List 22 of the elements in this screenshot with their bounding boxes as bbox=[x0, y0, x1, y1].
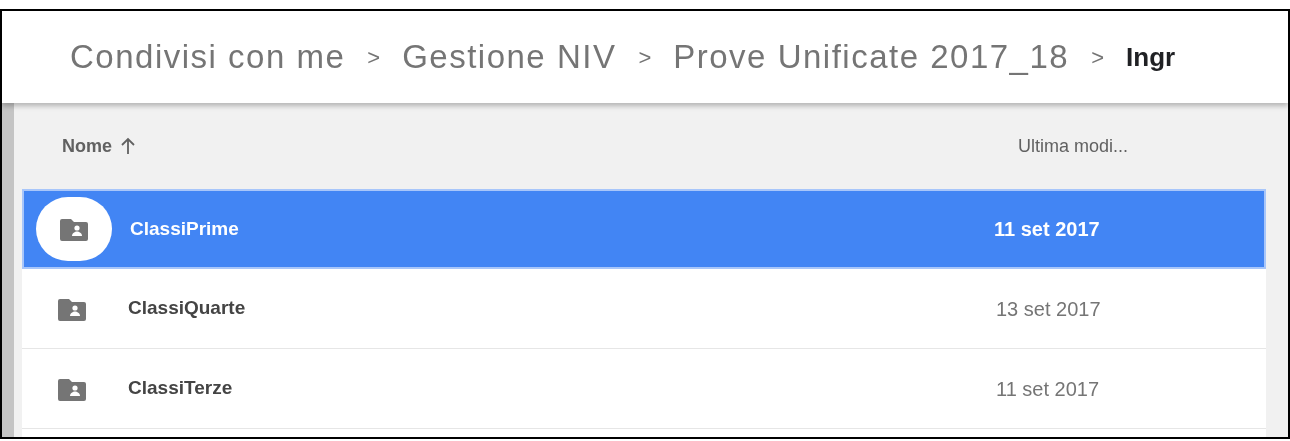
modified-date: 11 set 2017 bbox=[994, 217, 1101, 242]
folder-name: ClassiPrime bbox=[129, 216, 240, 241]
shared-folder-icon bbox=[58, 296, 86, 321]
modified-date: 13 set 2017 bbox=[996, 296, 1102, 322]
column-header[interactable]: Ultima modi... bbox=[1018, 132, 1258, 160]
sort-up-arrow-icon[interactable] bbox=[120, 137, 136, 155]
breadcrumb-separator: > bbox=[1091, 43, 1105, 72]
breadcrumb-item[interactable]: Prove Unificate 2017_18 bbox=[673, 32, 1070, 82]
breadcrumb-item[interactable]: Gestione NIV bbox=[402, 32, 617, 82]
folder-name: ClassiQuarte bbox=[127, 296, 247, 321]
column-header[interactable]: Nome bbox=[62, 132, 112, 160]
shared-folder-icon bbox=[60, 217, 88, 241]
breadcrumb-item[interactable]: Ingr bbox=[1126, 37, 1176, 77]
breadcrumb-separator: > bbox=[638, 43, 652, 72]
folder-row[interactable]: ClassiTerze 11 set 2017 bbox=[22, 349, 1266, 429]
breadcrumb-item[interactable]: Condivisi con me bbox=[70, 32, 346, 82]
shared-folder-icon bbox=[58, 376, 86, 401]
modified-date: 11 set 2017 bbox=[996, 376, 1101, 402]
folder-name: ClassiTerze bbox=[127, 376, 234, 401]
folder-row[interactable]: ClassiQuarte 13 set 2017 bbox=[22, 269, 1266, 349]
breadcrumb-separator: > bbox=[367, 43, 381, 72]
folder-row[interactable]: ClassiPrime 11 set 2017 bbox=[22, 189, 1266, 269]
